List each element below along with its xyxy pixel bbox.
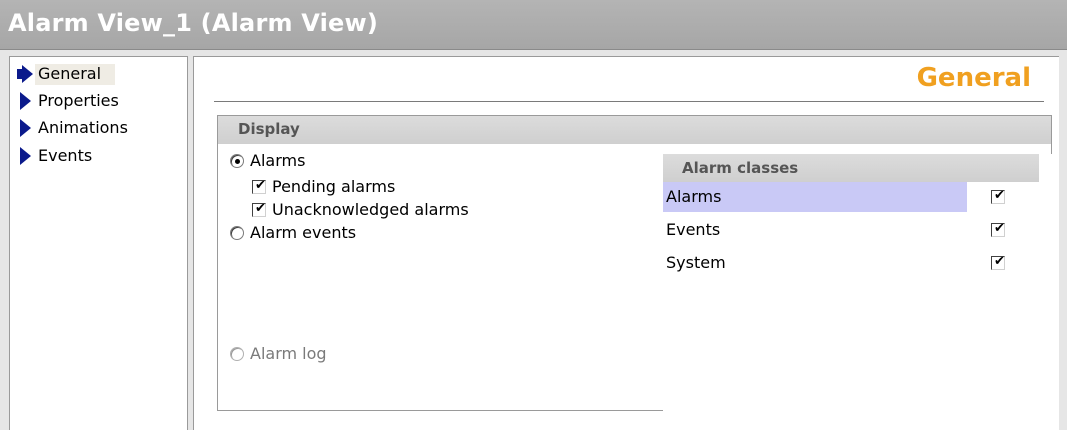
nav-item-general[interactable]: General: [16, 61, 176, 87]
alarm-classes-header: Alarm classes: [663, 154, 1039, 182]
pending-alarms-label: Pending alarms: [272, 177, 396, 196]
alarm-events-radio-label: Alarm events: [250, 223, 357, 242]
class-name: Events: [666, 220, 721, 239]
checkbox-checked-icon[interactable]: ✔: [252, 178, 266, 194]
nav-item-label: Animations: [38, 118, 128, 137]
display-group-header: Display: [218, 116, 1051, 144]
class-name: Alarms: [666, 187, 722, 206]
window-titlebar: Alarm View_1 (Alarm View): [0, 0, 1067, 50]
table-row[interactable]: Alarms ✔: [663, 182, 1039, 212]
display-group-title: Display: [238, 120, 300, 138]
nav-item-label: Events: [38, 146, 93, 165]
radio-disabled-icon: [230, 347, 244, 361]
nav-item-label: Properties: [38, 91, 119, 110]
alarm-log-radio-label: Alarm log: [250, 344, 327, 363]
class-name: System: [666, 253, 726, 272]
alarm-classes-table: Alarm classes Alarms ✔ Events ✔ System ✔: [663, 154, 1053, 412]
radio-unselected-icon[interactable]: [230, 226, 244, 240]
checkbox-checked-icon[interactable]: ✔: [991, 254, 1005, 270]
radio-selected-icon[interactable]: [230, 154, 244, 168]
nav-item-events[interactable]: Events: [16, 143, 176, 169]
nav-item-label: General: [35, 64, 116, 85]
class-name-cell[interactable]: System: [663, 248, 967, 278]
table-row[interactable]: System ✔: [663, 248, 1039, 278]
nav-arrow-icon: [20, 119, 31, 137]
alarms-radio-label: Alarms: [250, 151, 306, 170]
unacknowledged-alarms-label: Unacknowledged alarms: [272, 200, 469, 219]
nav-arrow-active-icon: [22, 65, 33, 83]
class-name-cell[interactable]: Alarms: [663, 182, 967, 212]
checkbox-checked-icon[interactable]: ✔: [991, 221, 1005, 237]
nav-item-properties[interactable]: Properties: [16, 88, 176, 114]
page-title: General: [916, 63, 1031, 93]
alarm-classes-header-label: Alarm classes: [682, 159, 799, 177]
checkbox-checked-icon[interactable]: ✔: [252, 201, 266, 217]
display-group: Display Alarms ✔ Pending alarms ✔ Unackn…: [217, 115, 1053, 412]
checkbox-checked-icon[interactable]: ✔: [991, 188, 1005, 204]
nav-arrow-icon: [20, 92, 31, 110]
general-panel: General Display Alarms ✔ Pending alarms …: [193, 56, 1059, 430]
nav-item-animations[interactable]: Animations: [16, 115, 176, 141]
table-row[interactable]: Events ✔: [663, 215, 1039, 245]
heading-divider: [214, 101, 1044, 103]
property-nav: General Properties Animations Events: [9, 56, 188, 430]
class-name-cell[interactable]: Events: [663, 215, 967, 245]
window-title: Alarm View_1 (Alarm View): [8, 9, 379, 37]
nav-arrow-icon: [20, 147, 31, 165]
